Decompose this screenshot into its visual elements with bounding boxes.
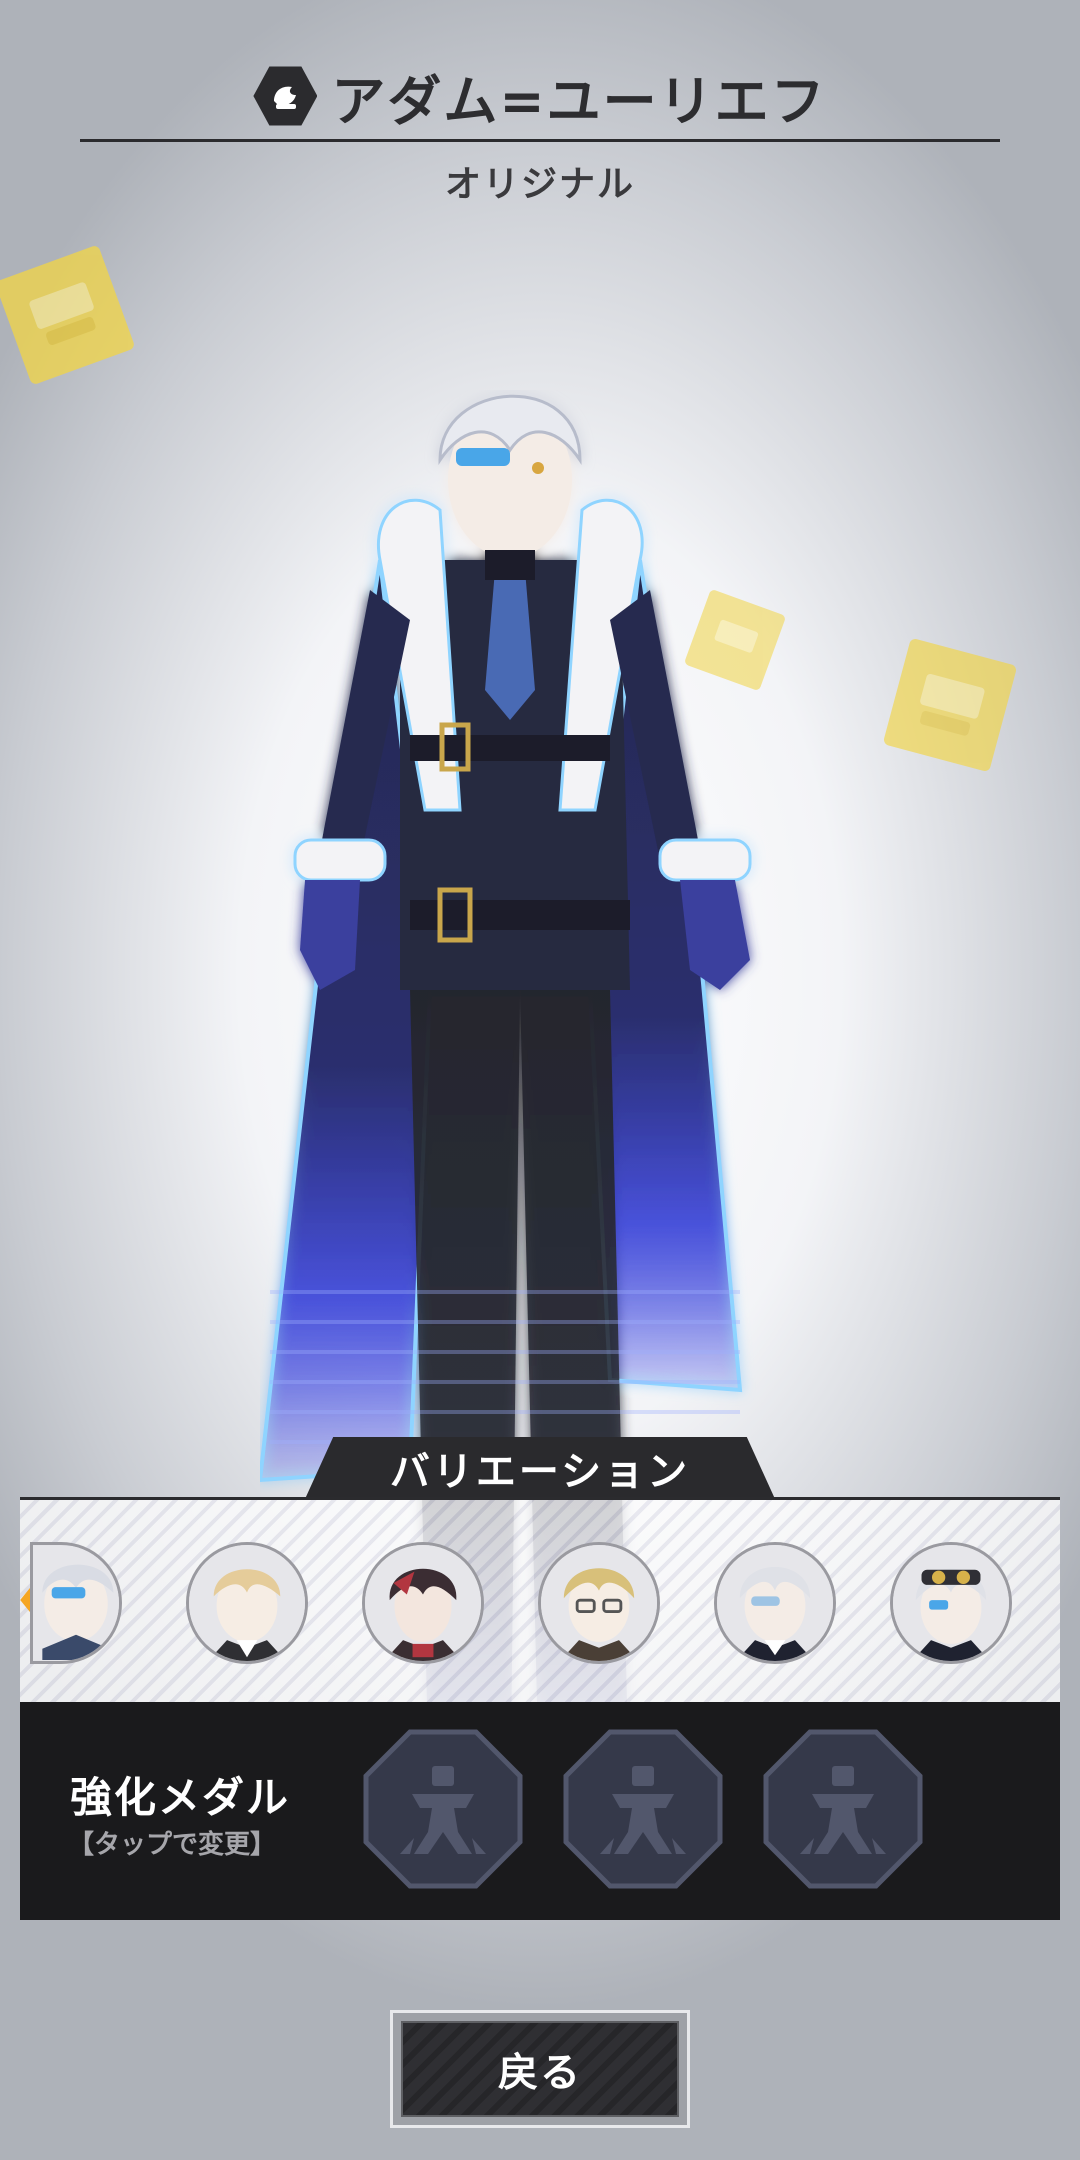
avatar-silver-goggles-icon	[893, 1545, 1009, 1661]
variation-avatar-2[interactable]	[186, 1542, 308, 1664]
avatar-silver-hair-visor-icon	[33, 1545, 119, 1661]
character-name: アダム=ユーリエフ	[331, 69, 827, 133]
avatar-blond-glasses-icon	[541, 1545, 657, 1661]
variation-avatar-5[interactable]	[714, 1542, 836, 1664]
medal-label: 強化メダル	[70, 1773, 291, 1822]
variation-header: バリエーション	[305, 1437, 775, 1499]
medal-slot-3[interactable]	[762, 1728, 924, 1890]
back-button[interactable]: 戻る	[390, 2010, 690, 2128]
costume-name: オリジナル	[444, 164, 635, 205]
avatar-blond-hair-icon	[189, 1545, 305, 1661]
variation-avatar-4[interactable]	[538, 1542, 660, 1664]
header-divider	[80, 139, 1000, 142]
medal-slot-2[interactable]	[562, 1728, 724, 1890]
variation-avatar-3[interactable]	[362, 1542, 484, 1664]
variation-list[interactable]	[20, 1497, 1060, 1702]
attribute-hex-icon	[253, 66, 318, 126]
deco-cube-left	[0, 246, 134, 384]
variation-label: バリエーション	[389, 1449, 691, 1495]
character-name-header: アダム=ユーリエフ	[0, 56, 1080, 136]
avatar-dark-red-hair-icon	[365, 1545, 481, 1661]
medal-slot-1[interactable]	[362, 1728, 524, 1890]
back-button-label: 戻る	[498, 2050, 582, 2096]
enhance-medal-panel[interactable]: 強化メダル 【タップで変更】	[20, 1702, 1060, 1920]
variation-avatar-6[interactable]	[890, 1542, 1012, 1664]
variation-avatar-1[interactable]	[30, 1542, 122, 1664]
avatar-silver-hair-icon	[717, 1545, 833, 1661]
deco-cube-right	[883, 638, 1017, 772]
back-button-face[interactable]: 戻る	[401, 2021, 679, 2117]
medal-hint: 【タップで変更】	[68, 1830, 277, 1860]
